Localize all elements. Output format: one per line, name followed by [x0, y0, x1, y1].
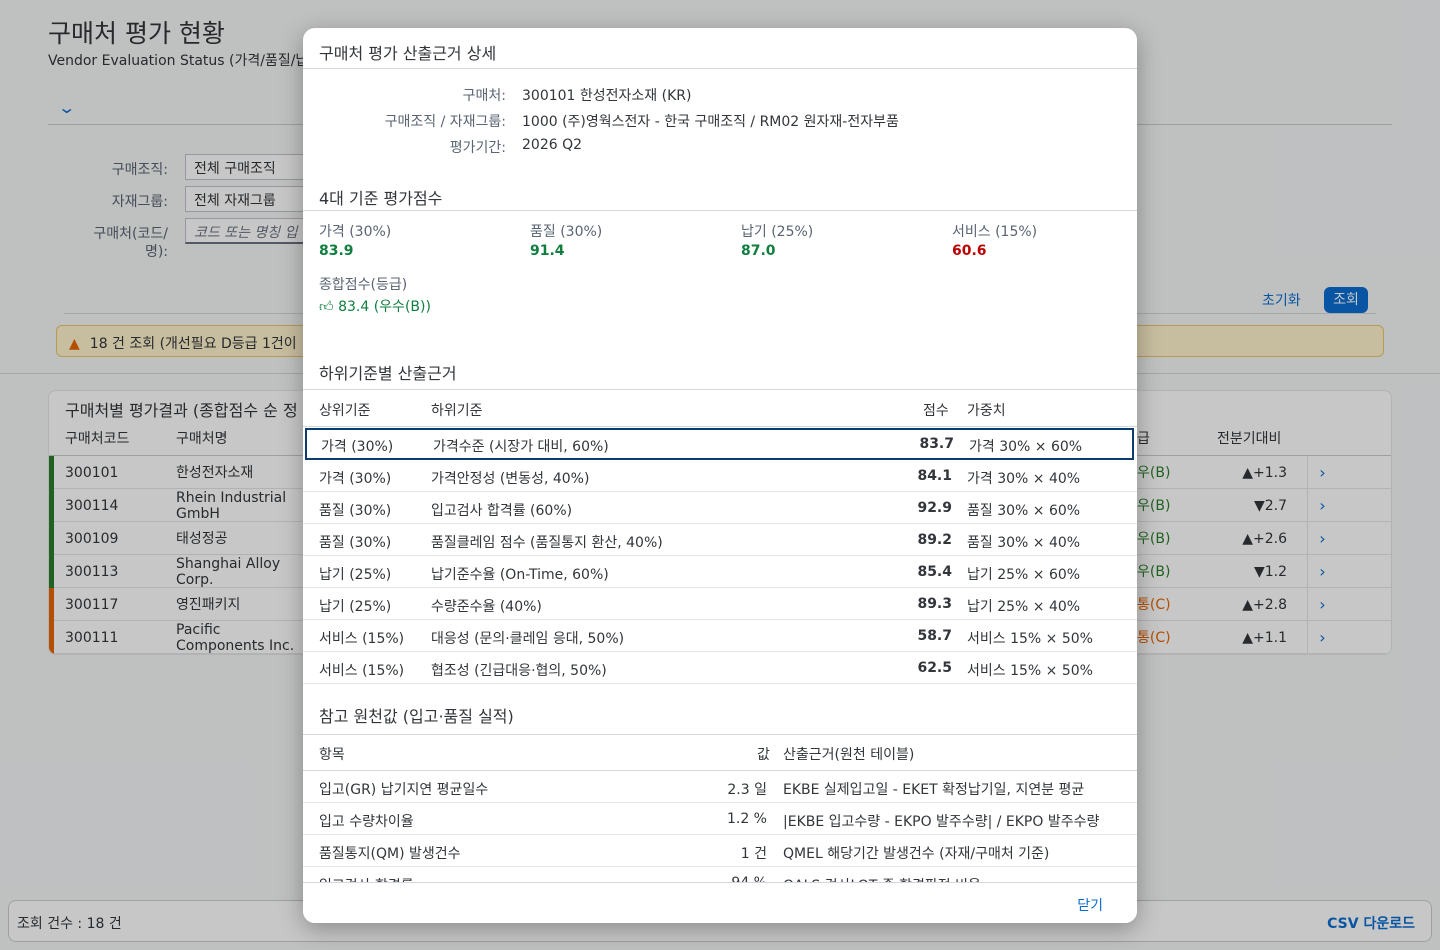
sub-score: 85.4 — [917, 564, 952, 580]
total-score-label: 종합점수(등급) — [319, 277, 408, 293]
ref-value: 1 건 — [740, 846, 767, 862]
sub-criteria-row[interactable]: 가격 (30%) 가격수준 (시장가 대비, 60%) 83.7 가격 30% × 6… — [305, 428, 1134, 460]
sub-weight: 가격 30% × 60% — [969, 439, 1083, 455]
score-section-divider — [303, 210, 1137, 211]
sub-col-sub: 하위기준 — [431, 403, 483, 419]
upper-criteria: 납기 (25%) — [319, 599, 392, 615]
upper-criteria: 품질 (30%) — [319, 535, 392, 551]
ref-col-item: 항목 — [319, 747, 345, 763]
sub-score: 89.3 — [917, 596, 952, 612]
sub-col-score: 점수 — [923, 403, 949, 419]
score-section-title: 4대 기준 평가점수 — [319, 189, 443, 208]
sub-criteria: 품질클레임 점수 (품질통지 환산, 40%) — [431, 535, 663, 551]
thumbs-up-icon: 👍︎ — [319, 299, 334, 315]
sub-weight: 서비스 15% × 50% — [967, 663, 1093, 679]
ref-section-title: 참고 원천값 (입고·품질 실적) — [319, 707, 514, 726]
sub-score: 83.7 — [919, 436, 954, 452]
sub-criteria-row[interactable]: 서비스 (15%) 협조성 (긴급대응·협의, 50%) 62.5 서비스 15% ×… — [303, 652, 1137, 684]
sub-section-divider — [303, 389, 1137, 390]
sub-criteria-row[interactable]: 납기 (25%) 수량준수율 (40%) 89.3 납기 25% × 40% — [303, 588, 1137, 620]
sub-score: 89.2 — [917, 532, 952, 548]
vendor-value: 300101 한성전자소재 (KR) — [522, 88, 692, 104]
sub-criteria: 협조성 (긴급대응·협의, 50%) — [431, 663, 607, 679]
sub-criteria: 가격수준 (시장가 대비, 60%) — [433, 439, 609, 455]
dialog-title: 구매처 평가 산출근거 상세 — [319, 44, 497, 63]
close-button[interactable]: 닫기 — [1077, 895, 1103, 915]
score-value: 91.4 — [530, 243, 565, 259]
ref-section-divider — [303, 734, 1137, 735]
ref-row: 입고(GR) 납기지연 평균일수 2.3 일 EKBE 실제입고일 - EKET 확… — [303, 771, 1137, 803]
ref-value: 1.2 % — [726, 811, 767, 827]
score-value: 87.0 — [741, 243, 776, 259]
upper-criteria: 납기 (25%) — [319, 567, 392, 583]
upper-criteria: 가격 (30%) — [319, 471, 392, 487]
sub-weight: 서비스 15% × 50% — [967, 631, 1093, 647]
upper-criteria: 품질 (30%) — [319, 503, 392, 519]
vendor-label: 구매처: — [462, 88, 506, 104]
sub-weight: 가격 30% × 40% — [967, 471, 1081, 487]
score-value: 60.6 — [952, 243, 987, 259]
sub-score: 62.5 — [917, 660, 952, 676]
ref-basis: |EKBE 입고수량 - EKPO 발주수량| / EKPO 발주수량 — [783, 814, 1100, 830]
ref-item: 입고(GR) 납기지연 평균일수 — [319, 782, 489, 798]
dialog-header-divider — [303, 68, 1137, 69]
total-score-value: 83.4 (우수(B)) — [338, 299, 431, 315]
sub-criteria-row[interactable]: 품질 (30%) 품질클레임 점수 (품질통지 환산, 40%) 89.2 품질 30… — [303, 524, 1137, 556]
detail-dialog: 구매처 평가 산출근거 상세 구매처: 300101 한성전자소재 (KR) 구… — [303, 28, 1137, 923]
ref-basis: QMEL 해당기간 발생건수 (자재/구매처 기준) — [783, 846, 1050, 862]
ref-col-basis: 산출근거(원천 테이블) — [783, 747, 915, 763]
sub-weight: 납기 25% × 60% — [967, 567, 1081, 583]
sub-weight: 품질 30% × 40% — [967, 535, 1081, 551]
sub-score: 84.1 — [917, 468, 952, 484]
sub-criteria-row[interactable]: 납기 (25%) 납기준수율 (On-Time, 60%) 85.4 납기 25% ×… — [303, 556, 1137, 588]
score-label: 품질 (30%) — [530, 224, 603, 240]
sub-score: 58.7 — [917, 628, 952, 644]
sub-criteria-row[interactable]: 품질 (30%) 입고검사 합격률 (60%) 92.9 품질 30% × 60% — [303, 492, 1137, 524]
total-score: 👍︎ 83.4 (우수(B)) — [319, 296, 431, 316]
sub-criteria-row[interactable]: 서비스 (15%) 대응성 (문의·클레임 응대, 50%) 58.7 서비스 15%… — [303, 620, 1137, 652]
ref-value: 2.3 일 — [727, 782, 767, 798]
sub-weight: 납기 25% × 40% — [967, 599, 1081, 615]
sub-section-title: 하위기준별 산출근거 — [319, 364, 457, 383]
sub-criteria: 입고검사 합격률 (60%) — [431, 503, 573, 519]
sub-col-upper: 상위기준 — [319, 403, 371, 419]
sub-criteria: 납기준수율 (On-Time, 60%) — [431, 567, 609, 583]
ref-row: 입고 수량차이율 1.2 % |EKBE 입고수량 - EKPO 발주수량| / E… — [303, 803, 1137, 835]
score-label: 서비스 (15%) — [952, 224, 1038, 240]
period-label: 평가기간: — [449, 140, 506, 156]
ref-col-value: 값 — [757, 747, 770, 763]
sub-criteria-row[interactable]: 가격 (30%) 가격안정성 (변동성, 40%) 84.1 가격 30% × 40% — [303, 460, 1137, 492]
dialog-footer: 닫기 — [303, 882, 1137, 923]
sub-criteria: 수량준수율 (40%) — [431, 599, 542, 615]
upper-criteria: 서비스 (15%) — [319, 631, 405, 647]
org-label: 구매조직 / 자재그룹: — [384, 114, 506, 130]
org-value: 1000 (주)영웍스전자 - 한국 구매조직 / RM02 원자재-전자부품 — [522, 114, 899, 130]
sub-criteria: 가격안정성 (변동성, 40%) — [431, 471, 590, 487]
upper-criteria: 서비스 (15%) — [319, 663, 405, 679]
sub-col-weight: 가중치 — [967, 403, 1006, 419]
sub-header-line — [303, 426, 1137, 427]
upper-criteria: 가격 (30%) — [321, 439, 394, 455]
sub-criteria: 대응성 (문의·클레임 응대, 50%) — [431, 631, 625, 647]
score-value: 83.9 — [319, 243, 354, 259]
period-value: 2026 Q2 — [522, 137, 583, 153]
ref-item: 품질통지(QM) 발생건수 — [319, 846, 461, 862]
score-label: 납기 (25%) — [741, 224, 814, 240]
ref-row: 품질통지(QM) 발생건수 1 건 QMEL 해당기간 발생건수 (자재/구매처 기… — [303, 835, 1137, 867]
ref-basis: EKBE 실제입고일 - EKET 확정납기일, 지연분 평균 — [783, 782, 1085, 798]
sub-score: 92.9 — [917, 500, 952, 516]
sub-weight: 품질 30% × 60% — [967, 503, 1081, 519]
score-label: 가격 (30%) — [319, 224, 392, 240]
ref-item: 입고 수량차이율 — [319, 814, 414, 830]
